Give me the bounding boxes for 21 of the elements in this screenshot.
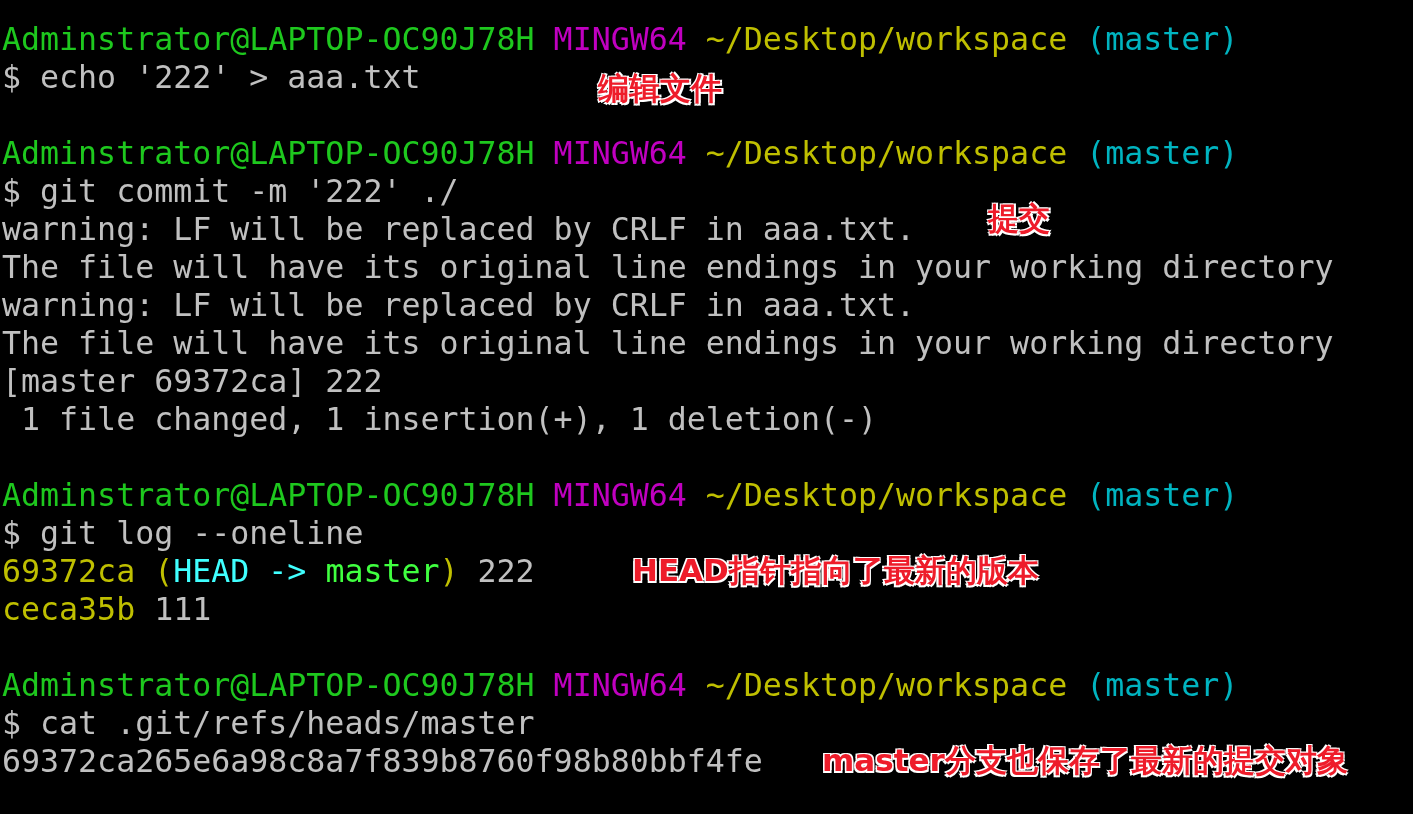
terminal-line: warning: LF will be replaced by CRLF in aaa.txt. <box>2 287 915 323</box>
terminal-line: The file will have its original line endings in your working directory <box>2 249 1334 285</box>
terminal-line: Adminstrator@LAPTOP-OC90J78H MINGW64 ~/Desktop/workspace (master) <box>2 135 1239 171</box>
terminal-line: $ cat .git/refs/heads/master <box>2 705 535 741</box>
terminal-line: Adminstrator@LAPTOP-OC90J78H MINGW64 ~/Desktop/workspace (master) <box>2 477 1239 513</box>
annotation-label: master分支也保存了最新的提交对象 <box>822 742 1348 778</box>
terminal-line: warning: LF will be replaced by CRLF in aaa.txt. <box>2 211 915 247</box>
annotation-label: 编辑文件 <box>598 70 722 106</box>
terminal-line: [master 69372ca] 222 <box>2 363 383 399</box>
terminal-line: The file will have its original line endings in your working directory <box>2 325 1334 361</box>
terminal-line: 69372ca (HEAD -> master) 222 <box>2 553 535 589</box>
terminal-line: Adminstrator@LAPTOP-OC90J78H MINGW64 ~/Desktop/workspace (master) <box>2 667 1239 703</box>
annotation-label: HEAD指针指向了最新的版本 <box>632 552 1039 588</box>
terminal-line: ceca35b 111 <box>2 591 212 627</box>
terminal-line: 69372ca265e6a98c8a7f839b8760f98b80bbf4fe <box>2 743 763 779</box>
terminal-line: $ git log --oneline <box>2 515 364 551</box>
terminal-line: Adminstrator@LAPTOP-OC90J78H MINGW64 ~/Desktop/workspace (master) <box>2 21 1239 57</box>
terminal-line: $ echo '222' > aaa.txt <box>2 59 421 95</box>
annotation-label: 提交 <box>988 200 1050 236</box>
terminal-line: 1 file changed, 1 insertion(+), 1 deletion(-) <box>20 401 877 437</box>
terminal-line: $ git commit -m '222' ./ <box>2 173 459 209</box>
